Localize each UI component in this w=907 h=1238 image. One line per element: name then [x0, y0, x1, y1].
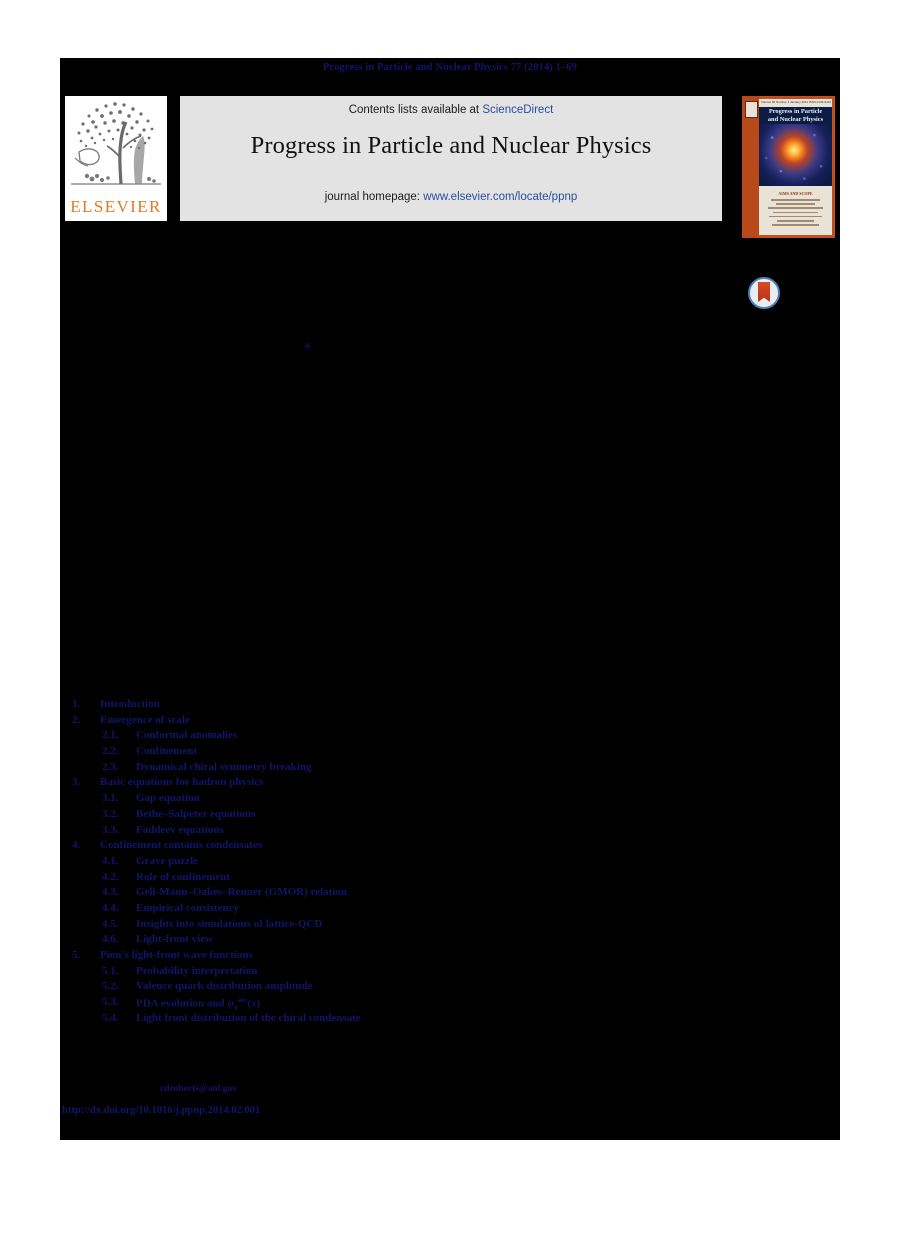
contents-entry[interactable]: 4.3. Gell-Mann–Oakes–Renner (GMOR) relati… [60, 886, 840, 902]
contents-lists-prefix: Contents lists available at [348, 104, 483, 116]
contents-entry-label: Grave puzzle [136, 854, 199, 867]
contents-entry[interactable]: 5. Pion's light-front wave functions [60, 949, 840, 965]
contents-entry[interactable]: 2.3. Dynamical chiral symmetry breaking [60, 761, 840, 777]
cover-topbar: Volume 66 Number 1 January 2011 ISSN 014… [759, 99, 832, 107]
contents-entry-label: Light front distribution of the chiral c… [136, 1011, 361, 1024]
contents-entry-label: Bethe–Salpeter equations [136, 807, 256, 820]
contents-entry-label: PDA evolution and φπasy(x) [136, 996, 261, 1012]
contents-entry[interactable]: 4.6. Light-front view [60, 933, 840, 949]
contents-entry-label: Valence quark distribution amplitude [136, 980, 313, 993]
contents-entry[interactable]: 2. Emergence of scale [60, 714, 840, 730]
contents-entry-number: 3.1. [102, 792, 119, 805]
contents-entry-number: 5.3. [102, 996, 119, 1009]
sciencedirect-link[interactable]: ScienceDirect [482, 104, 553, 116]
journal-cover-thumbnail: Volume 66 Number 1 January 2011 ISSN 014… [742, 96, 835, 238]
elsevier-tree-icon [65, 96, 167, 193]
contents-entry-label: Light-front view [136, 933, 214, 946]
contents-entry[interactable]: 3. Basic equations for hadron physics [60, 776, 840, 792]
contents-entry[interactable]: 4. Confinement contains condensates [60, 839, 840, 855]
contents-entry-label: Emergence of scale [100, 713, 190, 726]
cover-particle-collision-art [759, 124, 832, 186]
journal-title: Progress in Particle and Nuclear Physics [250, 132, 652, 159]
contents-entry[interactable]: 3.1. Gap equation [60, 792, 840, 808]
contents-entry-number: 3.3. [102, 823, 119, 836]
running-head: Progress in Particle and Nuclear Physics… [323, 62, 577, 73]
contents-entry-label: Gell-Mann–Oakes–Renner (GMOR) relation [136, 886, 348, 899]
contents-list: 1. Introduction 2. Emergence of scale 2.1. Co… [60, 698, 840, 1027]
contents-entry-number: 5.2. [102, 980, 119, 993]
cover-issue-line: Volume 66 Number 1 January 2011 ISSN 014… [761, 100, 831, 104]
cover-lower-text-block: AIMS AND SCOPE [764, 191, 827, 228]
contents-entry-label: Introduction [100, 698, 160, 710]
journal-homepage-line: journal homepage: www.elsevier.com/locat… [180, 191, 722, 203]
cover-face: Volume 66 Number 1 January 2011 ISSN 014… [759, 99, 832, 235]
contents-entry-number: 4. [72, 839, 81, 852]
contents-entry-label: Conformal anomalies [136, 729, 238, 742]
contents-entry[interactable]: 1. Introduction [60, 698, 840, 714]
elsevier-wordmark: ELSEVIER [70, 197, 162, 216]
contents-entry-number: 5.4. [102, 1011, 119, 1024]
contents-entry[interactable]: 4.5. Insights into simulations of lattice… [60, 918, 840, 934]
corresponding-author-email[interactable]: cdroberts@anl.gov [160, 1084, 237, 1094]
contents-entry[interactable]: 4.1. Grave puzzle [60, 855, 840, 871]
contents-entry-number: 3. [72, 776, 81, 789]
contents-entry-number: 5.1. [102, 964, 119, 977]
contents-entry-number: 5. [72, 949, 81, 961]
contents-entry-number: 2.1. [102, 729, 119, 742]
contents-entry-number: 4.2. [102, 870, 119, 883]
contents-entry-number: 4.5. [102, 917, 119, 930]
contents-entry-label: Basic equations for hadron physics [100, 776, 264, 789]
contents-entry-label: Dynamical chiral symmetry breaking [136, 760, 312, 773]
cover-title-line2: and Nuclear Physics [767, 115, 824, 123]
crossmark-badge[interactable] [748, 277, 780, 309]
contents-entry-label: Gap equation [136, 792, 200, 805]
contents-entry-label: Insights into simulations of lattice-QCD [136, 917, 323, 930]
contents-entry[interactable]: 5.1. Probability interpretation [60, 965, 840, 981]
journal-homepage-link[interactable]: www.elsevier.com/locate/ppnp [423, 191, 577, 203]
contents-entry[interactable]: 3.3. Faddeev equations [60, 824, 840, 840]
journal-masthead: ELSEVIER Contents lists available at Sci… [60, 96, 840, 238]
doi-link[interactable]: http://dx.doi.org/10.1016/j.ppnp.2014.02… [62, 1105, 260, 1116]
contents-entry-number: 2. [72, 713, 81, 726]
contents-entry-number: 3.2. [102, 807, 119, 820]
contents-entry[interactable]: 5.4. Light front distribution of the chir… [60, 1012, 840, 1028]
contents-panel: Contents lists available at ScienceDirec… [180, 96, 722, 221]
contents-entry-number: 4.1. [102, 854, 119, 867]
article-page-sheet: Progress in Particle and Nuclear Physics… [60, 58, 840, 1140]
cover-lower-panel: AIMS AND SCOPE [759, 186, 832, 235]
cover-aims-heading: AIMS AND SCOPE [778, 191, 813, 196]
contents-entry-label: Pion's light-front wave functions [100, 949, 253, 961]
contents-entry-label: Confinement contains condensates [100, 839, 262, 852]
contents-entry[interactable]: 3.2. Bethe–Salpeter equations [60, 808, 840, 824]
elsevier-logo: ELSEVIER [65, 96, 167, 221]
contents-entry[interactable]: 4.4. Empirical consistency [60, 902, 840, 918]
contents-entry-number: 1. [72, 698, 81, 710]
contents-entry-label: Probability interpretation [136, 964, 258, 977]
journal-homepage-prefix: journal homepage: [324, 191, 424, 203]
footnote-marker-star: ✳ [303, 341, 313, 353]
contents-entry-number: 4.3. [102, 886, 119, 899]
contents-entry-label: Role of confinement [136, 870, 231, 883]
contents-entry[interactable]: 2.1. Conformal anomalies [60, 729, 840, 745]
contents-entry-label: Confinement [136, 745, 198, 758]
contents-entry-number: 4.4. [102, 901, 119, 914]
contents-entry[interactable]: 5.3. PDA evolution and φπasy(x) [60, 996, 840, 1012]
contents-entry-number: 4.6. [102, 933, 119, 946]
contents-entry-label: Empirical consistency [136, 901, 239, 914]
contents-entry[interactable]: 5.2. Valence quark distribution amplitude [60, 980, 840, 996]
cover-spine [742, 96, 759, 238]
contents-entry-number: 2.3. [102, 760, 119, 773]
contents-entry-label: Faddeev equations [136, 823, 224, 836]
cover-spine-badge [745, 101, 758, 118]
contents-entry[interactable]: 2.2. Confinement [60, 745, 840, 761]
contents-lists-line: Contents lists available at ScienceDirec… [180, 104, 722, 116]
contents-entry-number: 2.2. [102, 745, 119, 758]
contents-entry[interactable]: 4.2. Role of confinement [60, 871, 840, 887]
cover-title: Progress in Particle and Nuclear Physics [761, 108, 830, 123]
cover-title-line1: Progress in Particle [768, 108, 823, 115]
